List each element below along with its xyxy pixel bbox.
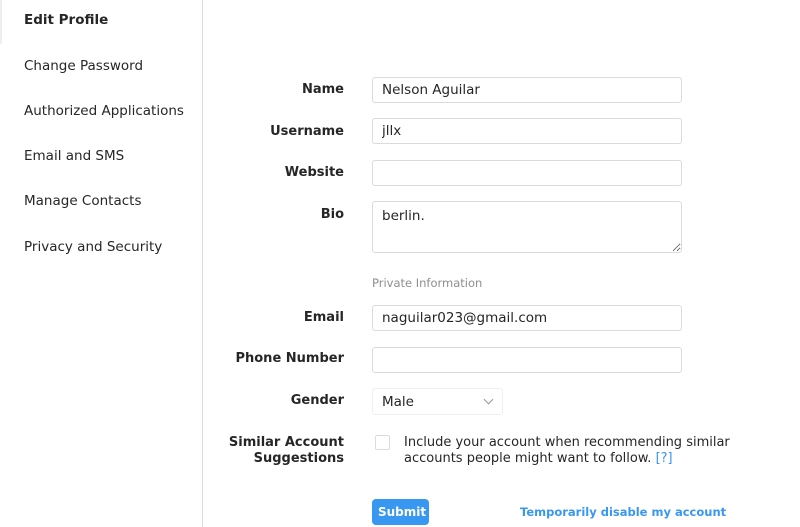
phone-label: Phone Number — [235, 351, 344, 366]
email-input[interactable] — [372, 305, 682, 331]
similar-label-line2: Suggestions — [253, 451, 344, 466]
similar-label-line1: Similar Account — [228, 435, 344, 450]
disable-account-link[interactable]: Temporarily disable my account — [520, 505, 726, 519]
sidebar: Edit Profile Change Password Authorized … — [0, 0, 203, 527]
phone-input[interactable] — [372, 347, 682, 373]
bio-label: Bio — [320, 207, 344, 222]
username-label: Username — [270, 124, 344, 139]
chevron-down-icon — [483, 394, 494, 405]
similar-account-text: Include your account when recommending s… — [404, 435, 734, 467]
name-label: Name — [301, 82, 344, 97]
gender-select[interactable]: Male — [372, 388, 503, 415]
website-input[interactable] — [372, 160, 682, 186]
username-input[interactable] — [372, 118, 682, 144]
sidebar-item-authorized-applications[interactable]: Authorized Applications — [24, 103, 184, 119]
sidebar-item-email-sms[interactable]: Email and SMS — [24, 148, 124, 164]
similar-account-checkbox[interactable] — [375, 435, 390, 450]
active-indicator — [0, 0, 2, 44]
name-input[interactable] — [372, 77, 682, 103]
similar-account-label: Similar Account Suggestions — [229, 435, 344, 467]
submit-button[interactable]: Submit — [372, 499, 429, 525]
sidebar-item-manage-contacts[interactable]: Manage Contacts — [24, 193, 141, 209]
sidebar-item-change-password[interactable]: Change Password — [24, 58, 143, 74]
sidebar-item-edit-profile[interactable]: Edit Profile — [24, 12, 108, 28]
help-link[interactable]: [?] — [656, 451, 673, 466]
gender-value: Male — [382, 394, 414, 410]
sidebar-item-privacy-security[interactable]: Privacy and Security — [24, 239, 162, 255]
similar-description: Include your account when recommending s… — [404, 435, 730, 466]
private-info-heading: Private Information — [372, 276, 483, 290]
website-label: Website — [284, 165, 344, 180]
gender-label: Gender — [290, 393, 344, 408]
bio-textarea[interactable]: berlin. — [372, 201, 682, 253]
email-label: Email — [303, 310, 344, 325]
